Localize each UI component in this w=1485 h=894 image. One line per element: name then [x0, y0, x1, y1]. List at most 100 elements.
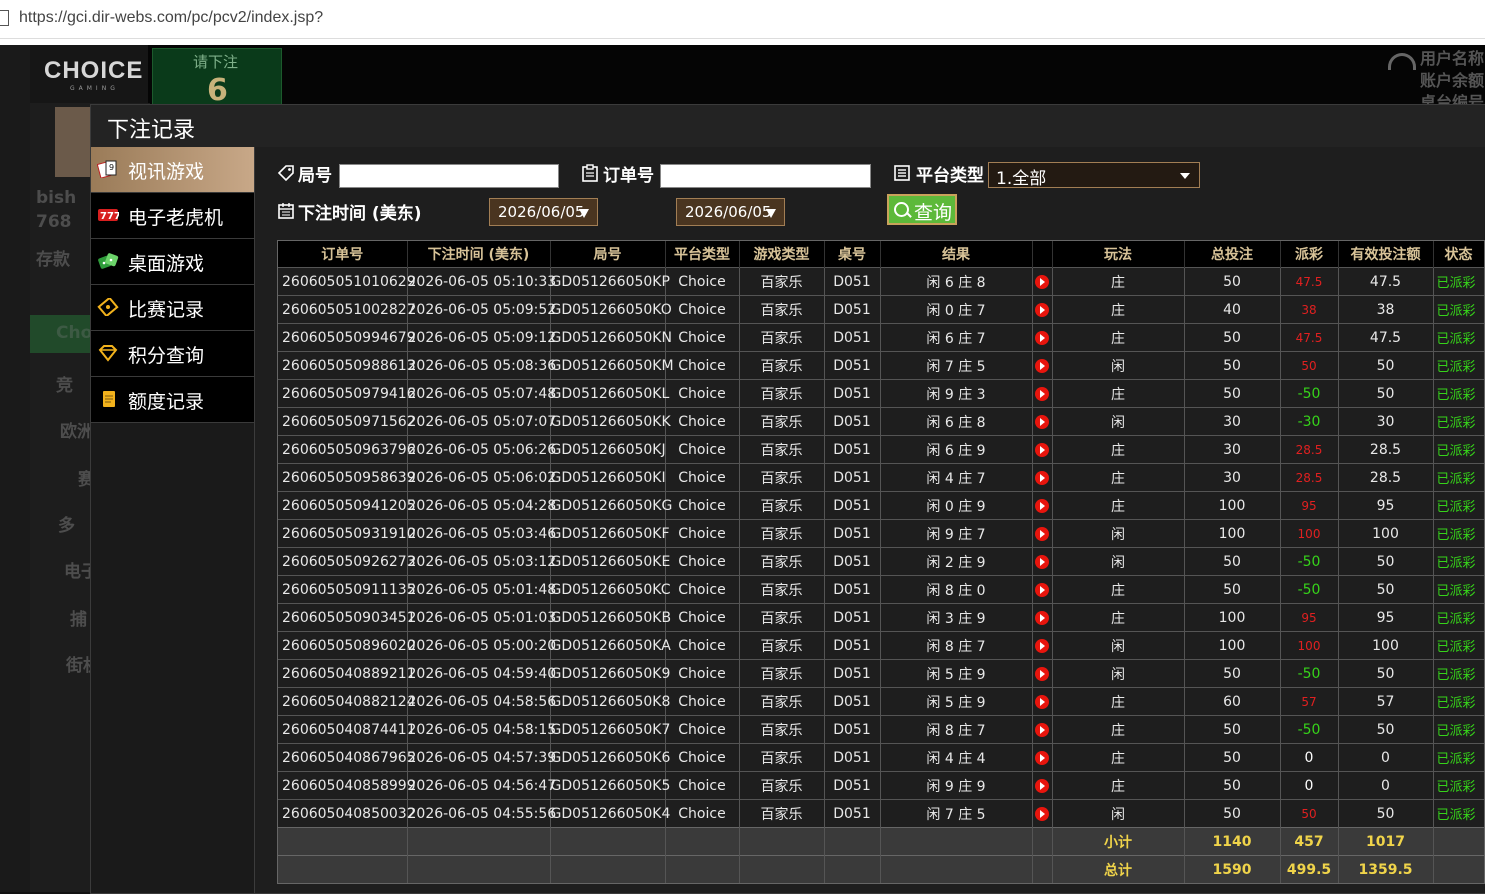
cell-order-id: 260605040889211	[278, 659, 416, 688]
cell-play: 闲	[1052, 519, 1185, 548]
cell-result: 闲 6 庄 7	[880, 323, 1033, 352]
table-row: 260605050958639 2026-06-05 05:06:02 GD0512…	[278, 463, 1484, 492]
replay-cell[interactable]	[1032, 323, 1053, 352]
cell-status: 已派彩	[1433, 547, 1484, 576]
tag-icon	[277, 165, 294, 182]
replay-cell[interactable]	[1032, 351, 1053, 380]
platform-select[interactable]: 1.全部	[988, 162, 1200, 189]
cell-status: 已派彩	[1433, 631, 1484, 660]
cell-game-type: 百家乐	[739, 603, 825, 632]
nav-item-slots[interactable]: 777 电子老虎机	[91, 193, 254, 239]
nav-item-credit-records[interactable]: 额度记录	[91, 377, 254, 423]
play-video-icon[interactable]	[1035, 526, 1049, 541]
cell-order-id: 260605050931910	[278, 519, 416, 548]
play-video-icon[interactable]	[1035, 722, 1049, 737]
cell-result: 闲 6 庄 8	[880, 267, 1033, 296]
replay-cell[interactable]	[1032, 519, 1053, 548]
date-to-picker[interactable]: 2026/06/05	[676, 198, 785, 226]
page-info-icon[interactable]	[0, 10, 9, 26]
play-video-icon[interactable]	[1035, 330, 1049, 345]
cell-platform: Choice	[665, 323, 740, 352]
cell-order-id: 260605050896020	[278, 631, 416, 660]
cell-table-no: D051	[824, 603, 881, 632]
cell-game-type: 百家乐	[739, 687, 825, 716]
cell-status: 已派彩	[1433, 435, 1484, 464]
replay-cell[interactable]	[1032, 771, 1053, 800]
cell-play: 闲	[1052, 407, 1185, 436]
cell-payout: 50	[1280, 799, 1339, 828]
play-video-icon[interactable]	[1035, 358, 1049, 373]
replay-cell[interactable]	[1032, 295, 1053, 324]
play-video-icon[interactable]	[1035, 498, 1049, 513]
cell-order-id: 260605040858999	[278, 771, 416, 800]
cell-game-type: 百家乐	[739, 463, 825, 492]
replay-cell[interactable]	[1032, 267, 1053, 296]
play-video-icon[interactable]	[1035, 470, 1049, 485]
nav-item-live-games[interactable]: 9 视讯游戏	[91, 147, 254, 193]
play-video-icon[interactable]	[1035, 638, 1049, 653]
nav-label: 额度记录	[128, 391, 205, 413]
replay-cell[interactable]	[1032, 435, 1053, 464]
cell-order-id: 260605040850032	[278, 799, 416, 828]
table-row: 260605050911135 2026-06-05 05:01:48 GD0512…	[278, 575, 1484, 604]
replay-cell[interactable]	[1032, 407, 1053, 436]
replay-cell[interactable]	[1032, 463, 1053, 492]
play-video-icon[interactable]	[1035, 554, 1049, 569]
play-video-icon[interactable]	[1035, 750, 1049, 765]
date-from-picker[interactable]: 2026/06/05	[489, 198, 598, 226]
replay-cell[interactable]	[1032, 547, 1053, 576]
nav-label: 桌面游戏	[128, 253, 205, 275]
cell-table-no: D051	[824, 575, 881, 604]
cell-status: 已派彩	[1433, 519, 1484, 548]
bet-records-table: 订单号 下注时间 (美东) 局号 平台类型 游戏类型 桌号 结果 玩法 总投注 …	[277, 240, 1485, 884]
play-video-icon[interactable]	[1035, 582, 1049, 597]
replay-cell[interactable]	[1032, 799, 1053, 828]
play-video-icon[interactable]	[1035, 806, 1049, 821]
replay-cell[interactable]	[1032, 743, 1053, 772]
play-video-icon[interactable]	[1035, 386, 1049, 401]
cell-total-bet: 50	[1184, 351, 1281, 380]
play-video-icon[interactable]	[1035, 302, 1049, 317]
table-row: 260605050926273 2026-06-05 05:03:12 GD0512…	[278, 547, 1484, 576]
cell-bet-time: 2026-06-05 04:58:56	[407, 687, 556, 716]
cell-valid-bet: 50	[1338, 351, 1434, 380]
replay-cell[interactable]	[1032, 687, 1053, 716]
cell-result: 闲 0 庄 7	[880, 295, 1033, 324]
replay-cell[interactable]	[1032, 715, 1053, 744]
play-video-icon[interactable]	[1035, 274, 1049, 289]
cell-bet-time: 2026-06-05 05:08:36	[407, 351, 556, 380]
cell-table-no: D051	[824, 379, 881, 408]
order-input[interactable]	[660, 164, 871, 188]
play-video-icon[interactable]	[1035, 610, 1049, 625]
browser-address-bar[interactable]: https://gci.dir-webs.com/pc/pcv2/index.j…	[0, 0, 1485, 39]
cell-platform: Choice	[665, 631, 740, 660]
cell-bet-time: 2026-06-05 04:59:40	[407, 659, 556, 688]
replay-cell[interactable]	[1032, 575, 1053, 604]
replay-cell[interactable]	[1032, 379, 1053, 408]
cell-payout: 100	[1280, 519, 1339, 548]
play-video-icon[interactable]	[1035, 694, 1049, 709]
cell-platform: Choice	[665, 267, 740, 296]
replay-cell[interactable]	[1032, 603, 1053, 632]
url-text[interactable]: https://gci.dir-webs.com/pc/pcv2/index.j…	[19, 9, 323, 27]
nav-item-points[interactable]: 积分查询	[91, 331, 254, 377]
lobby-item-fishing: 捕	[70, 610, 87, 630]
nav-item-table-games[interactable]: 桌面游戏	[91, 239, 254, 285]
round-input[interactable]	[339, 164, 559, 188]
query-button[interactable]: 查询	[887, 194, 957, 225]
replay-cell[interactable]	[1032, 491, 1053, 520]
col-header-play: 玩法	[1052, 241, 1185, 268]
play-video-icon[interactable]	[1035, 778, 1049, 793]
play-video-icon[interactable]	[1035, 414, 1049, 429]
lobby-item-multi: 多	[58, 516, 75, 536]
play-video-icon[interactable]	[1035, 442, 1049, 457]
ticket-icon	[97, 298, 119, 316]
cell-payout: -50	[1280, 715, 1339, 744]
replay-cell[interactable]	[1032, 631, 1053, 660]
play-video-icon[interactable]	[1035, 666, 1049, 681]
modal-titlebar: 下注记录	[91, 105, 1485, 148]
col-header-platform: 平台类型	[665, 241, 740, 268]
nav-item-match-records[interactable]: 比赛记录	[91, 285, 254, 331]
cell-payout: 57	[1280, 687, 1339, 716]
replay-cell[interactable]	[1032, 659, 1053, 688]
